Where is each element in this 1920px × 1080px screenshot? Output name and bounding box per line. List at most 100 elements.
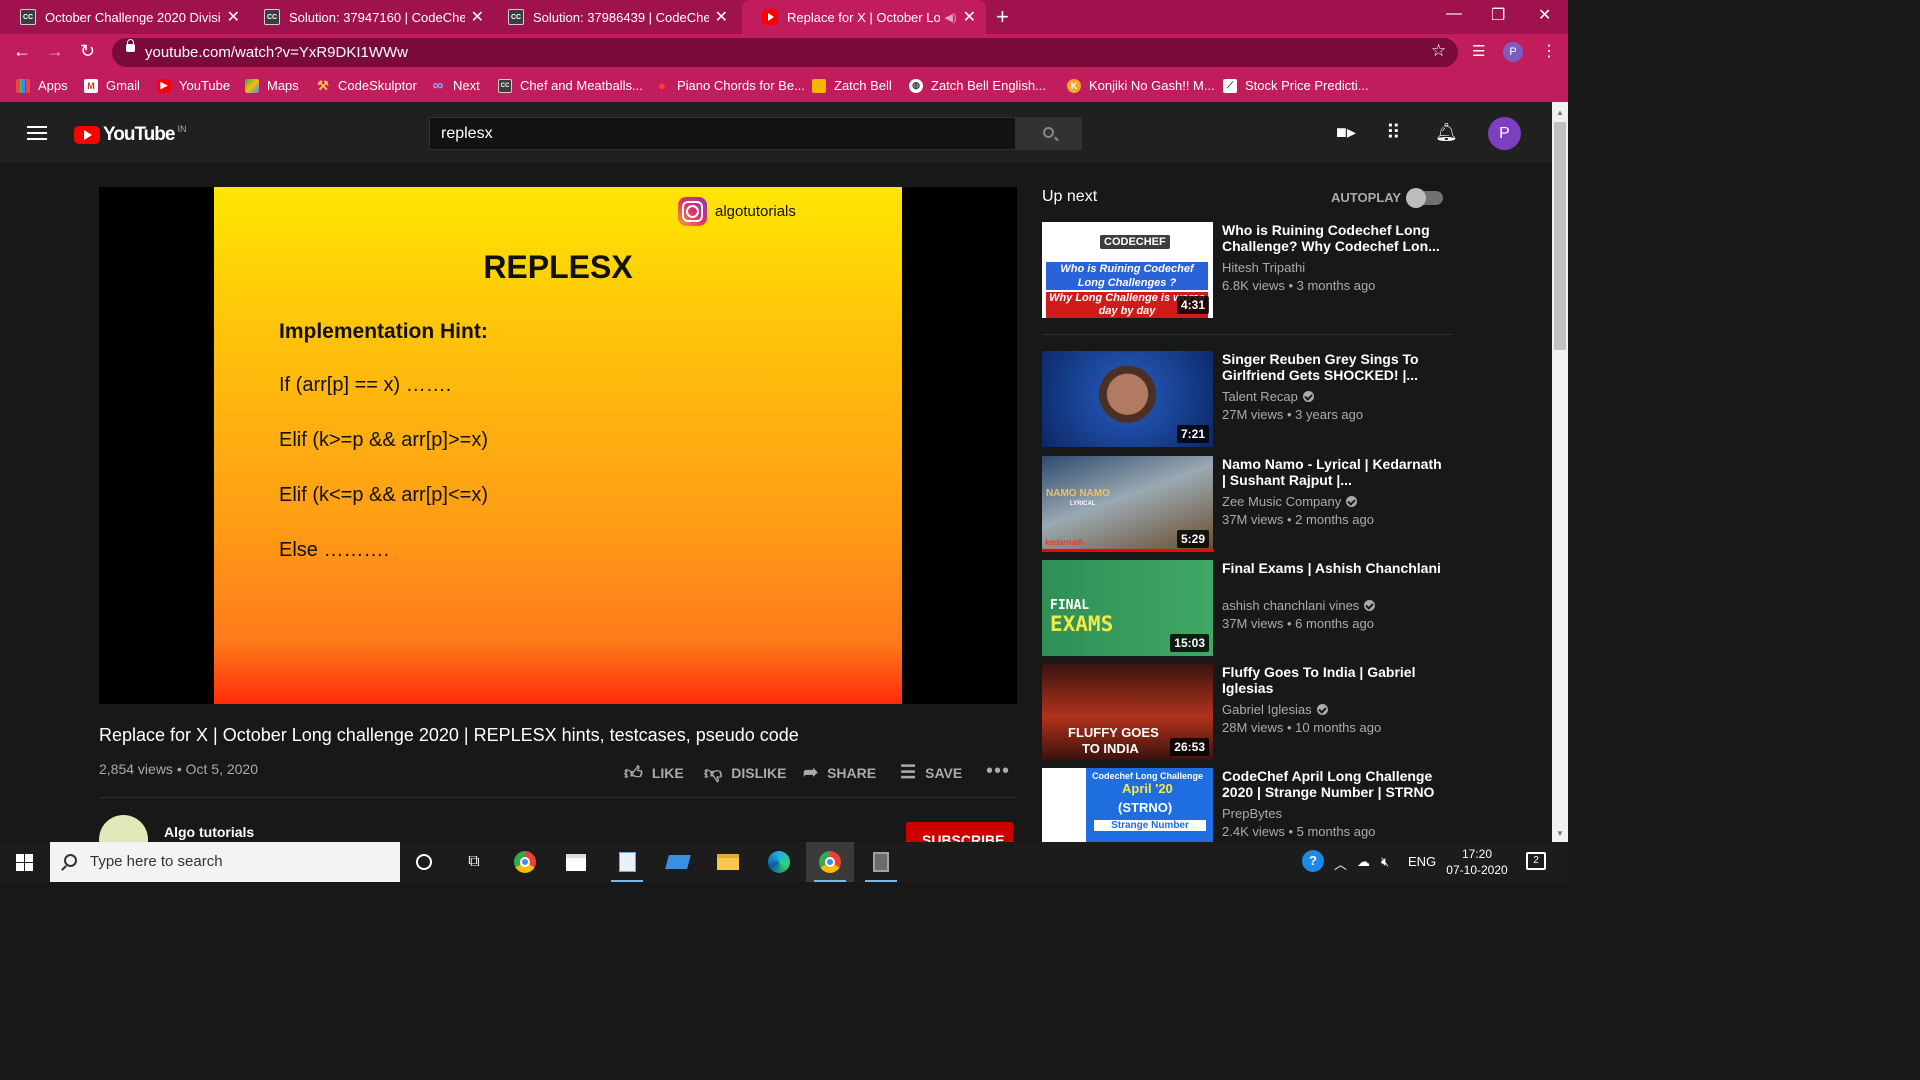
action-center-notification-icon[interactable]: 2 (1526, 852, 1546, 870)
bookmark-apps[interactable]: Apps (16, 78, 68, 93)
bookmark-chef-and-meatballs[interactable]: CC Chef and Meatballs... (498, 78, 643, 93)
profile-avatar[interactable]: P (1503, 42, 1523, 62)
video-title[interactable]: Singer Reuben Grey Sings To Girlfriend G… (1222, 351, 1448, 383)
scroll-up-arrow-icon[interactable]: ▲ (1556, 108, 1564, 117)
bookmark-konjiki[interactable]: K Konjiki No Gash!! M... (1067, 78, 1215, 93)
video-thumbnail[interactable]: NAMO NAMO LYRICAL kedarnath 5:29 (1042, 456, 1213, 552)
scrollbar-thumb[interactable] (1554, 122, 1566, 350)
search-input[interactable]: replesx (429, 117, 1016, 150)
bookmark-gmail[interactable]: M Gmail (84, 78, 140, 93)
maps-icon (245, 78, 259, 93)
bookmark-zatch-bell[interactable]: Zatch Bell (812, 78, 892, 93)
task-view-icon[interactable]: ⧉ (450, 842, 498, 882)
like-button[interactable]: 👍︎ LIKE (624, 762, 684, 784)
video-title[interactable]: Final Exams | Ashish Chanchlani (1222, 560, 1448, 576)
reload-icon[interactable]: ↻ (80, 41, 95, 62)
slide-handle: algotutorials (715, 203, 796, 220)
recommended-video[interactable]: FLUFFY GOES TO INDIA 26:53 Fluffy Goes T… (1042, 664, 1452, 760)
input-language[interactable]: ENG (1408, 854, 1436, 869)
share-arrow-icon: ➦ (803, 762, 819, 782)
bookmark-piano-chords[interactable]: ● Piano Chords for Be... (655, 78, 805, 93)
video-thumbnail[interactable]: FINAL EXAMS 15:03 (1042, 560, 1213, 656)
tab-close-icon[interactable]: ✕ (227, 7, 240, 27)
video-title[interactable]: Fluffy Goes To India | Gabriel Iglesias (1222, 664, 1448, 696)
taskbar-search-box[interactable]: Type here to search (50, 842, 400, 882)
media-queue-icon[interactable]: ☰ (1472, 42, 1485, 60)
notepad-icon[interactable] (603, 842, 651, 882)
hamburger-menu-icon[interactable] (27, 126, 47, 140)
bookmark-star-icon[interactable]: ☆ (1431, 41, 1446, 61)
system-clock[interactable]: 17:20 07-10-2020 (1442, 846, 1512, 878)
dislike-button[interactable]: 👎︎ DISLIKE (704, 762, 787, 784)
search-button[interactable] (1015, 117, 1082, 150)
save-button[interactable]: ☰ SAVE (900, 762, 962, 783)
calculator-icon[interactable] (857, 842, 905, 882)
create-video-icon[interactable]: ■▸ (1336, 122, 1356, 143)
scroll-down-arrow-icon[interactable]: ▼ (1556, 829, 1564, 838)
codechef-icon: CC (498, 78, 512, 93)
account-avatar[interactable]: P (1488, 117, 1521, 150)
windows-start-icon[interactable] (16, 854, 33, 871)
file-explorer-icon[interactable] (704, 842, 752, 882)
bookmark-youtube[interactable]: ▶ YouTube (157, 78, 230, 93)
video-title[interactable]: Namo Namo - Lyrical | Kedarnath | Sushan… (1222, 456, 1448, 488)
help-tray-icon[interactable]: ? (1302, 850, 1324, 872)
minimize-icon[interactable]: — (1446, 5, 1462, 23)
recommended-video[interactable]: Codechef Long Challenge April '20 (STRNO… (1042, 768, 1452, 842)
more-actions-icon[interactable]: ••• (986, 760, 1010, 783)
recommended-video[interactable]: NAMO NAMO LYRICAL kedarnath 5:29 Namo Na… (1042, 456, 1452, 552)
recommended-video[interactable]: 7:21 Singer Reuben Grey Sings To Girlfri… (1042, 351, 1452, 447)
volume-muted-icon[interactable]: 🔇︎ (1381, 854, 1389, 870)
apps-grid-icon[interactable]: ⠿ (1386, 120, 1401, 145)
share-button[interactable]: ➦ SHARE (803, 762, 876, 783)
tab-close-icon[interactable]: ✕ (471, 7, 484, 27)
bookmark-zatch-bell-english[interactable]: ◍ Zatch Bell English... (909, 78, 1046, 93)
microsoft-store-icon[interactable] (552, 842, 600, 882)
chrome-taskbar-icon[interactable] (501, 842, 549, 882)
bookmark-maps[interactable]: Maps (245, 78, 299, 93)
onedrive-cloud-icon[interactable]: ☁ (1357, 854, 1370, 870)
video-thumbnail[interactable]: CODECHEF Who is Ruining Codechef Long Ch… (1042, 222, 1213, 318)
restore-icon[interactable]: ❐ (1491, 5, 1505, 25)
browser-tab[interactable]: CC Solution: 37947160 | CodeChef ✕ (244, 0, 494, 34)
clock-time: 17:20 (1461, 847, 1493, 861)
video-thumbnail[interactable]: Codechef Long Challenge April '20 (STRNO… (1042, 768, 1213, 842)
video-player[interactable]: algotutorials REPLESX Implementation Hin… (99, 187, 1017, 704)
browser-tab[interactable]: CC Solution: 37986439 | CodeChef ✕ (488, 0, 738, 34)
slide-code-line: Elif (k>=p && arr[p]>=x) (279, 429, 488, 451)
cortana-icon[interactable] (400, 842, 448, 882)
autoplay-toggle[interactable] (1406, 188, 1443, 208)
bookmark-codeskulptor[interactable]: ⚒ CodeSkulptor (316, 78, 417, 94)
bookmark-label: Chef and Meatballs... (520, 78, 643, 93)
browser-tab[interactable]: CC October Challenge 2020 Division ✕ (0, 0, 250, 34)
edge-browser-icon[interactable] (755, 842, 803, 882)
close-window-icon[interactable]: ✕ (1538, 5, 1551, 25)
chrome-profile-taskbar-icon[interactable] (806, 842, 854, 882)
address-bar[interactable]: youtube.com/watch?v=YxR9DKI1WWw (112, 38, 1458, 67)
recommended-video[interactable]: CODECHEF Who is Ruining Codechef Long Ch… (1042, 222, 1452, 318)
video-title[interactable]: Who is Ruining Codechef Long Challenge? … (1222, 222, 1448, 254)
bookmark-next[interactable]: ∞ Next (431, 77, 480, 94)
recommended-video[interactable]: FINAL EXAMS 15:03 Final Exams | Ashish C… (1042, 560, 1452, 656)
speaker-icon[interactable]: ◀) (944, 11, 956, 24)
youtube-favicon (762, 9, 778, 25)
browser-menu-icon[interactable]: ⋮ (1541, 41, 1557, 61)
verified-badge-icon (1302, 391, 1314, 402)
lock-icon[interactable] (126, 39, 135, 52)
notifications-bell-icon[interactable]: 🔔︎ (1435, 122, 1458, 143)
new-tab-icon[interactable]: + (996, 4, 1009, 30)
channel-name: PrepBytes (1222, 806, 1282, 821)
video-thumbnail[interactable]: 7:21 (1042, 351, 1213, 447)
laptop-app-icon[interactable] (654, 842, 702, 882)
browser-tab-active[interactable]: Replace for X | October Long ◀) ✕ (742, 0, 986, 34)
tab-close-icon[interactable]: ✕ (963, 7, 976, 27)
video-thumbnail[interactable]: FLUFFY GOES TO INDIA 26:53 (1042, 664, 1213, 760)
back-icon[interactable]: ← (13, 41, 31, 62)
youtube-logo[interactable]: YouTube IN (74, 124, 186, 146)
channel-name[interactable]: Algo tutorials (164, 824, 254, 840)
forward-icon[interactable]: → (46, 41, 64, 62)
video-title[interactable]: CodeChef April Long Challenge 2020 | Str… (1222, 768, 1448, 800)
tab-close-icon[interactable]: ✕ (715, 7, 728, 27)
show-hidden-icons-chevron-icon[interactable]: ︿ (1334, 854, 1347, 873)
bookmark-stock-price[interactable]: ⟋ Stock Price Predicti... (1223, 78, 1369, 93)
